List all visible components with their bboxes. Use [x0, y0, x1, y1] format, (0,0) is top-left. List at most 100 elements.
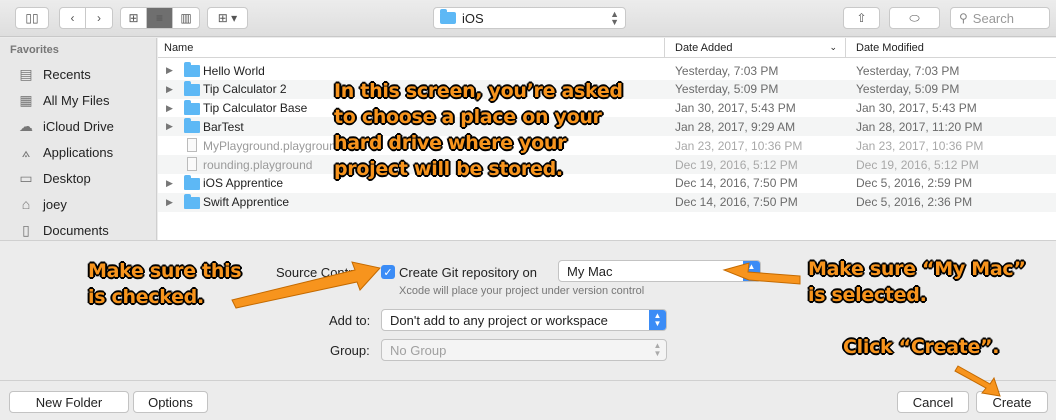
all-files-icon: ▦	[19, 91, 33, 108]
disclosure-triangle-icon[interactable]: ▶	[166, 121, 173, 132]
bottom-bar: New Folder Options Cancel Create	[0, 380, 1056, 420]
folder-icon	[184, 99, 200, 115]
callout-intro: In this screen, you’re asked to choose a…	[334, 80, 623, 180]
add-to-popup[interactable]: Don't add to any project or workspace ▲ ▼	[381, 309, 667, 331]
column-view-button[interactable]: ▥	[173, 8, 199, 28]
back-button[interactable]: ‹	[60, 8, 86, 28]
new-folder-button[interactable]: New Folder	[9, 391, 129, 413]
sidebar-heading: Favorites	[10, 44, 59, 56]
columns-icon: ▥	[180, 11, 192, 25]
file-name: Tip Calculator Base	[203, 101, 308, 116]
list-view-button[interactable]: ≡	[147, 8, 173, 28]
arrange-icon: ⊞ ▾	[217, 11, 238, 25]
sidebar-item-label: Applications	[43, 144, 114, 160]
git-target-popup[interactable]: My Mac ▲ ▼	[558, 260, 761, 282]
column-header-date-added[interactable]: Date Added ⌄	[664, 38, 845, 58]
search-icon: ⚲	[959, 11, 968, 25]
date-modified: Jan 23, 2017, 10:36 PM	[856, 138, 984, 153]
file-name: BarTest	[203, 119, 244, 134]
file-name: MyPlayground.playground	[203, 138, 343, 153]
date-added: Jan 30, 2017, 5:43 PM	[675, 101, 796, 116]
share-button[interactable]: ⇧	[843, 7, 880, 29]
sidebar-item[interactable]: ⟑ Applications	[17, 141, 113, 163]
date-modified: Yesterday, 7:03 PM	[856, 63, 960, 78]
tags-button[interactable]: ⬭	[889, 7, 940, 29]
date-modified: Yesterday, 5:09 PM	[856, 82, 960, 97]
group-value: No Group	[390, 342, 447, 358]
file-name: iOS Apprentice	[203, 176, 284, 191]
callout-checked: Make sure this is checked.	[88, 260, 242, 308]
cancel-button[interactable]: Cancel	[897, 391, 969, 413]
date-added: Dec 14, 2016, 7:50 PM	[675, 176, 798, 191]
date-added: Jan 28, 2017, 9:29 AM	[675, 119, 796, 134]
sidebar-item[interactable]: ▯ Documents	[17, 219, 109, 241]
disclosure-triangle-icon[interactable]: ▶	[166, 178, 173, 189]
forward-button[interactable]: ›	[86, 8, 112, 28]
sort-chevron-icon: ⌄	[829, 42, 837, 52]
file-name: Swift Apprentice	[203, 195, 290, 210]
arrange-button[interactable]: ⊞ ▾	[207, 7, 248, 29]
sidebar-item[interactable]: ▤ Recents	[17, 63, 91, 85]
sidebar-toggle-button[interactable]: ▯▯	[15, 7, 49, 29]
group-popup[interactable]: No Group ▲ ▼	[381, 339, 667, 361]
sidebar-item[interactable]: ▭ Desktop	[17, 167, 91, 189]
home-icon: ⌂	[21, 196, 31, 212]
create-button[interactable]: Create	[976, 391, 1048, 413]
applications-icon: ⟑	[21, 143, 31, 160]
git-checkbox-label: Create Git repository on	[399, 265, 538, 280]
sidebar-item[interactable]: ☁ iCloud Drive	[17, 115, 114, 137]
location-label: iOS	[462, 10, 484, 26]
folder-icon	[184, 62, 200, 77]
documents-icon: ▯	[22, 221, 30, 238]
date-modified: Dec 5, 2016, 2:59 PM	[856, 176, 973, 191]
date-added: Dec 19, 2016, 5:12 PM	[675, 157, 798, 172]
git-checkbox[interactable]: ✓	[381, 265, 395, 279]
folder-icon	[184, 174, 200, 190]
list-icon: ≡	[155, 11, 163, 25]
location-popup[interactable]: iOS ▲ ▼	[433, 7, 626, 29]
search-field[interactable]: ⚲ Search	[950, 7, 1050, 29]
popup-chevron-icon: ▲ ▼	[649, 310, 666, 330]
cloud-icon: ☁	[19, 117, 33, 134]
disclosure-triangle-icon[interactable]: ▶	[166, 65, 173, 76]
sidebar-icon: ▯▯	[25, 11, 39, 25]
table-row[interactable]: ▶ Swift Apprentice Dec 14, 2016, 7:50 PM De…	[158, 192, 1056, 212]
column-header-date-modified[interactable]: Date Modified	[845, 38, 1056, 58]
column-header-name[interactable]: Name	[158, 38, 664, 58]
disclosure-triangle-icon[interactable]: ▶	[166, 103, 173, 114]
icon-view-button[interactable]: ⊞	[121, 8, 147, 28]
sidebar-item[interactable]: ▦ All My Files	[17, 89, 109, 111]
date-modified: Dec 19, 2016, 5:12 PM	[856, 157, 979, 172]
disclosure-triangle-icon[interactable]: ▶	[166, 197, 173, 208]
disclosure-triangle-icon[interactable]: ▶	[166, 84, 173, 95]
desktop-icon: ▭	[19, 169, 33, 186]
source-control-label: Source Control:	[276, 265, 367, 280]
popup-chevron-icon: ▲ ▼	[653, 341, 662, 358]
sidebar-item-label: Desktop	[43, 170, 91, 186]
recents-icon: ▤	[19, 65, 33, 82]
add-to-label: Add to:	[329, 313, 371, 328]
git-target-value: My Mac	[567, 263, 613, 279]
date-added: Jan 23, 2017, 10:36 PM	[675, 138, 803, 153]
folder-icon	[184, 118, 200, 134]
view-mode-control: ⊞ ≡ ▥	[120, 7, 200, 29]
sidebar-item-label: Recents	[43, 66, 91, 82]
sidebar-item-label: Documents	[43, 222, 109, 238]
file-name: rounding.playground	[203, 157, 313, 172]
group-label: Group:	[330, 343, 370, 358]
folder-icon	[184, 80, 200, 96]
checkmark-icon: ✓	[383, 266, 393, 279]
sidebar-item[interactable]: ⌂ joey	[17, 193, 67, 215]
share-icon: ⇧	[856, 11, 867, 25]
updown-chevron-icon: ▲ ▼	[610, 9, 619, 27]
chevron-right-icon: ›	[97, 11, 101, 25]
toolbar: ▯▯ ‹ › ⊞ ≡ ▥ ⊞ ▾ iOS ▲ ▼ ⇧ ⬭ ⚲ Search	[0, 0, 1056, 37]
file-name: Tip Calculator 2	[203, 82, 287, 97]
date-modified: Jan 28, 2017, 11:20 PM	[856, 119, 983, 134]
options-button[interactable]: Options	[133, 391, 208, 413]
date-added: Yesterday, 7:03 PM	[675, 63, 779, 78]
callout-my-mac: Make sure “My Mac” is selected.	[808, 258, 1026, 306]
chevron-left-icon: ‹	[70, 11, 75, 25]
folder-icon	[440, 9, 456, 24]
callout-create: Click “Create”.	[843, 336, 1000, 358]
